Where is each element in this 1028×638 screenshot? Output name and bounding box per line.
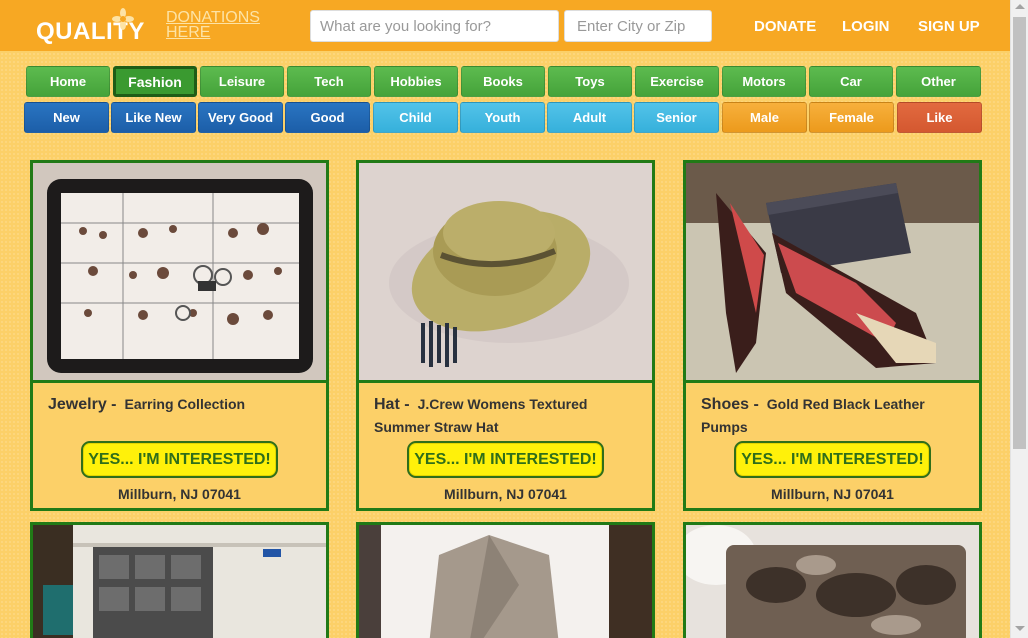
city-zip-input[interactable]	[564, 10, 712, 42]
category-motors[interactable]: Motors	[722, 66, 806, 97]
listing-card: Hat - J.Crew Womens Textured Summer Straw…	[356, 160, 655, 511]
category-fashion[interactable]: Fashion	[113, 66, 197, 97]
logo-subtitle: DONATIONS HERE	[166, 9, 260, 41]
category-car[interactable]: Car	[809, 66, 893, 97]
listing-card: Shoes - Gold Red Black Leather Pumps YES.…	[683, 160, 982, 511]
card-category: Shoes -	[701, 396, 759, 413]
flower-icon	[112, 8, 134, 30]
category-other[interactable]: Other	[896, 66, 981, 97]
scroll-down-arrow-icon[interactable]	[1015, 626, 1025, 631]
filter-youth[interactable]: Youth	[460, 102, 545, 133]
category-exercise[interactable]: Exercise	[635, 66, 719, 97]
card-category: Jewelry -	[48, 396, 117, 413]
category-hobbies[interactable]: Hobbies	[374, 66, 458, 97]
category-leisure[interactable]: Leisure	[200, 66, 284, 97]
filter-child[interactable]: Child	[373, 102, 458, 133]
card-location: Millburn, NJ 07041	[118, 486, 241, 502]
listing-card: Jewelry - Earring Collection YES... I'M I…	[30, 160, 329, 511]
interested-button[interactable]: YES... I'M INTERESTED!	[407, 441, 604, 478]
filter-like-new[interactable]: Like New	[111, 102, 196, 133]
filter-good[interactable]: Good	[285, 102, 370, 133]
search-input[interactable]	[310, 10, 559, 42]
listing-card-photo[interactable]	[30, 522, 329, 638]
signup-link[interactable]: SIGN UP	[918, 18, 980, 35]
card-location: Millburn, NJ 07041	[444, 486, 567, 502]
scroll-thumb[interactable]	[1013, 17, 1026, 449]
card-title: Shoes - Gold Red Black Leather Pumps	[701, 393, 971, 439]
filter-senior[interactable]: Senior	[634, 102, 719, 133]
filter-very-good[interactable]: Very Good	[198, 102, 283, 133]
card-title: Jewelry - Earring Collection	[48, 393, 318, 416]
site-logo[interactable]: QUALITY DONATIONS HERE	[36, 8, 266, 46]
interested-button[interactable]: YES... I'M INTERESTED!	[81, 441, 278, 478]
filter-new[interactable]: New	[24, 102, 109, 133]
donate-link[interactable]: DONATE	[754, 18, 816, 35]
card-location: Millburn, NJ 07041	[771, 486, 894, 502]
scroll-up-arrow-icon[interactable]	[1015, 4, 1025, 9]
filter-male[interactable]: Male	[722, 102, 807, 133]
category-books[interactable]: Books	[461, 66, 545, 97]
jewelry-photo[interactable]	[33, 163, 326, 383]
filter-adult[interactable]: Adult	[547, 102, 632, 133]
filter-female[interactable]: Female	[809, 102, 894, 133]
interested-button[interactable]: YES... I'M INTERESTED!	[734, 441, 931, 478]
vertical-scrollbar[interactable]	[1010, 0, 1028, 638]
card-category: Hat -	[374, 396, 410, 413]
login-link[interactable]: LOGIN	[842, 18, 890, 35]
category-toys[interactable]: Toys	[548, 66, 632, 97]
category-home[interactable]: Home	[26, 66, 110, 97]
logo-sub-line2: HERE	[166, 24, 211, 41]
category-tech[interactable]: Tech	[287, 66, 371, 97]
shoes-photo[interactable]	[686, 163, 979, 383]
card-item-name[interactable]: Earring Collection	[124, 396, 245, 412]
listing-card-photo[interactable]	[683, 522, 982, 638]
card-title: Hat - J.Crew Womens Textured Summer Straw…	[374, 393, 644, 439]
logo-sub-line1: DONATIONS	[166, 9, 260, 26]
site-header: QUALITY DONATIONS HERE DONATE LOGIN SIGN…	[0, 0, 1010, 51]
filter-like[interactable]: Like	[897, 102, 982, 133]
listing-card-photo[interactable]	[356, 522, 655, 638]
hat-photo[interactable]	[359, 163, 652, 383]
